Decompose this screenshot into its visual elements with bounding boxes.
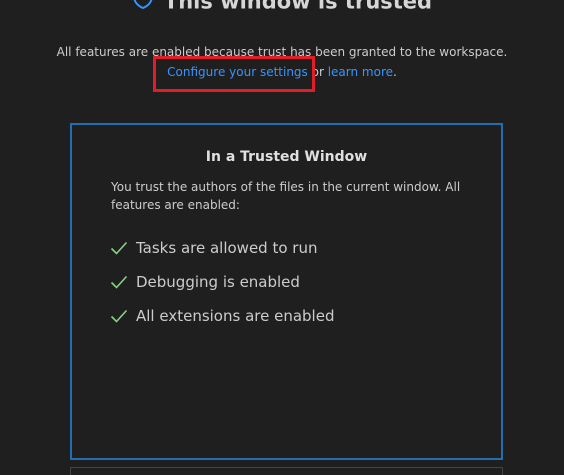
feature-label: Tasks are allowed to run — [136, 239, 318, 257]
shield-icon — [132, 0, 154, 15]
card-title: In a Trusted Window — [205, 149, 368, 165]
check-icon — [110, 309, 128, 323]
trust-status-description: All features are enabled because trust h… — [0, 42, 564, 82]
feature-label: All extensions are enabled — [136, 307, 335, 325]
page-title: This window is trusted — [163, 0, 433, 14]
feature-label: Debugging is enabled — [136, 273, 300, 291]
restricted-mode-card — [70, 467, 503, 475]
list-item: Debugging is enabled — [110, 265, 334, 299]
page-header: This window is trusted — [0, 0, 564, 17]
check-icon — [110, 275, 128, 289]
list-item: All extensions are enabled — [110, 299, 334, 333]
sentence-end: . — [393, 65, 397, 79]
trust-status-text: All features are enabled because trust h… — [56, 45, 508, 59]
card-description: You trust the authors of the files in th… — [111, 180, 461, 212]
workspace-trust-editor: This window is trusted All features are … — [0, 0, 564, 475]
feature-list: Tasks are allowed to run Debugging is en… — [110, 231, 334, 333]
configure-settings-link[interactable]: Configure your settings — [167, 65, 308, 79]
trusted-window-card: In a Trusted Window You trust the author… — [70, 123, 503, 460]
learn-more-link[interactable]: learn more — [328, 65, 393, 79]
link-connector: or — [307, 65, 328, 79]
check-icon — [110, 241, 128, 255]
list-item: Tasks are allowed to run — [110, 231, 334, 265]
